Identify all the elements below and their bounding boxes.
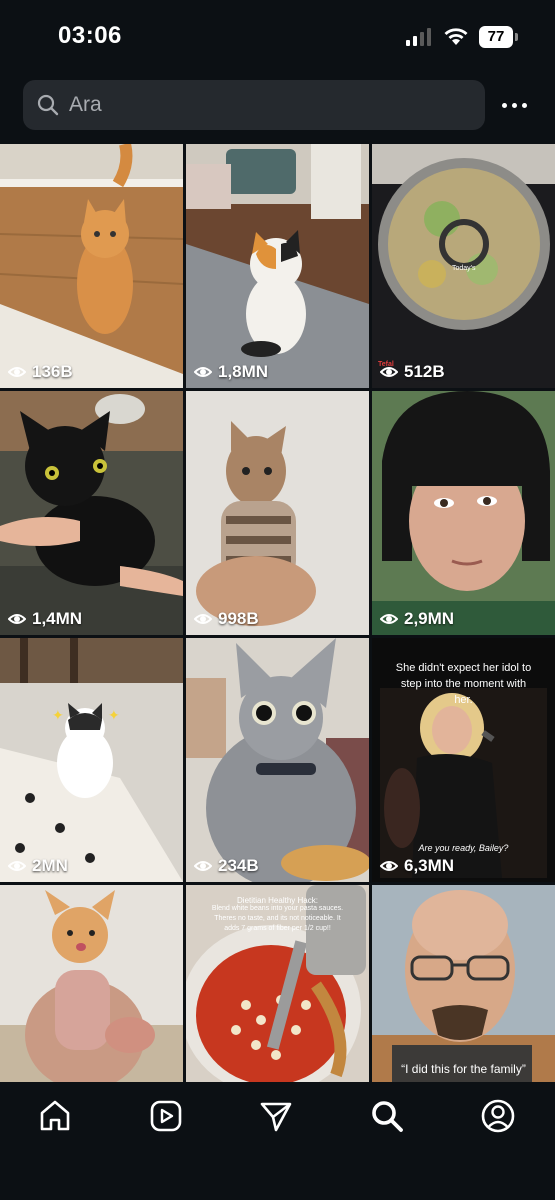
view-count-label: 6,3MN [404, 856, 455, 875]
play-count-icon [194, 367, 212, 377]
play-count-icon [380, 367, 398, 377]
lid-text: Today's [452, 265, 476, 272]
grey-kitten-thumbnail [186, 638, 369, 882]
play-count-icon [380, 614, 398, 624]
nav-home[interactable] [37, 1098, 77, 1138]
search-input[interactable] [69, 80, 469, 130]
play-count-icon [380, 861, 398, 871]
view-count: 1,8MN [194, 362, 268, 382]
bald-man-thumbnail [372, 885, 555, 1082]
explore-grid: 136B 1,8MN Tefal Today's 512B 1,4MN 998B… [0, 144, 555, 1082]
search-icon [372, 1101, 403, 1132]
search-box[interactable] [23, 80, 485, 130]
grid-tile-pasta-pan[interactable]: Tefal Today's 512B [372, 144, 555, 388]
view-count: 136B [8, 362, 73, 382]
grid-tile-family-quote[interactable]: “I did this for the family” [372, 885, 555, 1082]
grid-tile-black-cat[interactable]: 1,4MN [0, 391, 183, 635]
more-options-button[interactable] [497, 94, 531, 116]
svg-text:✦: ✦ [52, 707, 64, 723]
view-count: 1,4MN [8, 609, 82, 629]
sparkle-cat-thumbnail: ✦ ✦ [0, 638, 183, 882]
direct-icon [260, 1102, 292, 1132]
reels-icon [150, 1100, 182, 1132]
play-count-icon [194, 614, 212, 624]
striped-cat-thumbnail [186, 391, 369, 635]
calico-cat-thumbnail [186, 144, 369, 388]
home-icon [40, 1100, 70, 1131]
grid-tile-singer[interactable]: She didn't expect her idol to step into … [372, 638, 555, 882]
dot [501, 102, 507, 108]
black-cat-thumbnail [0, 391, 183, 635]
nav-search[interactable] [369, 1098, 409, 1138]
view-count: 234B [194, 856, 259, 876]
view-count: 512B [380, 362, 445, 382]
battery-indicator: 77 [479, 26, 519, 48]
video-caption: She didn't expect her idol to step into … [395, 662, 532, 706]
grid-tile-woman-portrait[interactable]: 2,9MN [372, 391, 555, 635]
view-count: 2,9MN [380, 609, 454, 629]
grid-tile-sparkle-cat[interactable]: ✦ ✦ 2MN [0, 638, 183, 882]
clock: 03:06 [58, 22, 122, 49]
view-count-label: 2MN [32, 856, 68, 875]
video-subcaption: Are you ready, Bailey? [418, 843, 509, 853]
orange-kitten-thumbnail [0, 144, 183, 388]
view-count-label: 136B [32, 362, 73, 381]
view-count-label: 2,9MN [404, 609, 455, 628]
dot [511, 102, 517, 108]
nav-direct[interactable] [258, 1098, 298, 1138]
status-bar: 03:06 77 [0, 0, 555, 72]
view-count-label: 512B [404, 362, 445, 381]
play-count-icon [8, 614, 26, 624]
video-caption: Blend white beans into your pasta sauces… [211, 905, 344, 932]
woman-portrait-thumbnail [372, 391, 555, 635]
view-count-label: 234B [218, 856, 259, 875]
play-count-icon [194, 861, 212, 871]
grid-tile-bean-sauce[interactable]: Dietitian Healthy Hack: Blend white bean… [186, 885, 369, 1082]
cellular-signal-icon [406, 28, 431, 46]
battery-level: 77 [479, 26, 513, 48]
play-count-icon [8, 367, 26, 377]
nav-profile[interactable] [480, 1098, 520, 1138]
bottom-nav [0, 1082, 555, 1200]
grid-tile-striped-cat[interactable]: 998B [186, 391, 369, 635]
pasta-pan-thumbnail: Tefal Today's [372, 144, 555, 388]
wifi-icon [444, 28, 468, 45]
profile-icon [481, 1099, 515, 1133]
grid-tile-orange-kitten[interactable]: 136B [0, 144, 183, 388]
video-caption: “I did this for the family” [401, 1062, 526, 1076]
view-count-label: 1,4MN [32, 609, 83, 628]
view-count-label: 998B [218, 609, 259, 628]
view-count: 2MN [8, 856, 68, 876]
view-count: 6,3MN [380, 856, 454, 876]
battery-cap [515, 33, 518, 41]
search-row [0, 80, 555, 132]
nav-reels[interactable] [148, 1098, 188, 1138]
tiny-kitten-thumbnail [0, 885, 183, 1082]
view-count: 998B [194, 609, 259, 629]
play-count-icon [8, 861, 26, 871]
grid-tile-tiny-kitten[interactable] [0, 885, 183, 1082]
svg-text:✦: ✦ [108, 707, 120, 723]
search-icon [37, 94, 59, 116]
grid-tile-grey-kitten[interactable]: 234B [186, 638, 369, 882]
view-count-label: 1,8MN [218, 362, 269, 381]
grid-tile-calico-cat[interactable]: 1,8MN [186, 144, 369, 388]
dot [521, 102, 527, 108]
